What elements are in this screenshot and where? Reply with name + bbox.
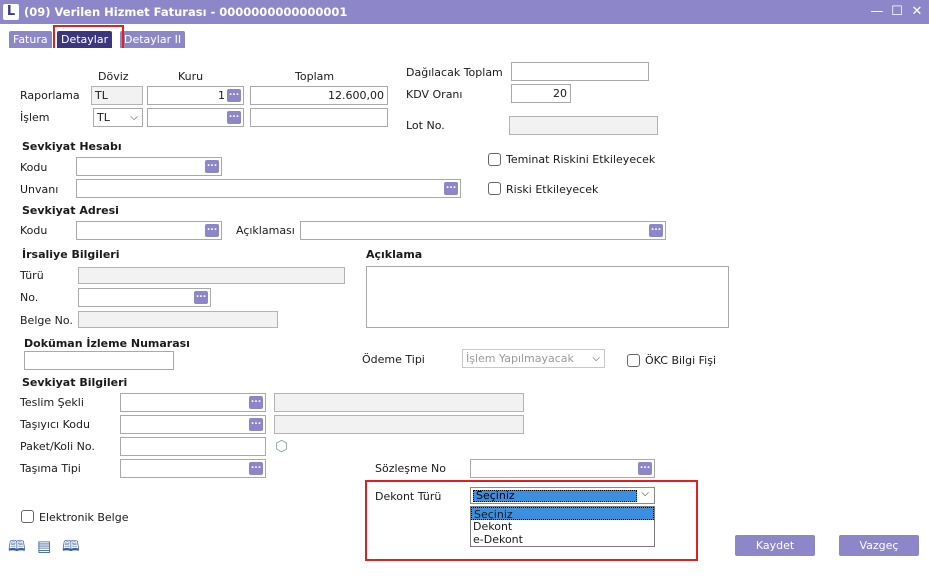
sevkiyat-adresi-section: Sevkiyat Adresi xyxy=(22,204,119,217)
irsaliye-no-lookup-icon[interactable]: ... xyxy=(194,291,208,304)
sevkiyat-adresi-kodu-field[interactable]: ... xyxy=(76,221,222,240)
chevron-down-icon: ⌵ xyxy=(641,488,649,499)
dokuman-izleme-field[interactable] xyxy=(24,351,174,370)
raporlama-kuru-field[interactable]: 1... xyxy=(147,86,244,105)
sevkiyat-hesabi-unvani-label: Unvanı xyxy=(20,183,59,196)
paket-koli-label: Paket/Koli No. xyxy=(20,440,95,453)
tab-fatura[interactable]: Fatura xyxy=(9,31,52,48)
tasiyici-kodu-field[interactable]: ... xyxy=(120,415,266,434)
dekont-turu-select[interactable]: Seçiniz ⌵ xyxy=(470,487,655,504)
tasima-tipi-lookup-icon[interactable]: ... xyxy=(249,462,263,475)
sevkiyat-hesabi-kodu-label: Kodu xyxy=(20,161,48,174)
package-icon[interactable]: ⬡ xyxy=(275,438,288,454)
teslim-sekli-field[interactable]: ... xyxy=(120,393,266,412)
dekont-option-dekont[interactable]: Dekont xyxy=(471,520,654,533)
odeme-tipi-label: Ödeme Tipi xyxy=(362,353,425,366)
sozlesme-no-lookup-icon[interactable]: ... xyxy=(638,462,652,475)
odeme-tipi-select: İşlem Yapılmayacak ⌵ xyxy=(462,349,605,368)
sevkiyat-adresi-aciklama-field[interactable]: ... xyxy=(300,221,666,240)
aciklama-textarea[interactable] xyxy=(366,266,729,328)
kaydet-button[interactable]: Kaydet xyxy=(735,535,815,556)
teminat-riski-checkbox[interactable] xyxy=(488,153,501,166)
dekont-turu-label: Dekont Türü xyxy=(375,490,442,503)
kdv-orani-field[interactable]: 20 xyxy=(511,84,571,103)
tasiyici-kodu-description xyxy=(274,415,524,434)
riski-etkileyecek-label: Riski Etkileyecek xyxy=(506,183,599,196)
sevkiyat-hesabi-kodu-field[interactable]: ... xyxy=(76,157,222,176)
minimize-icon[interactable]: — xyxy=(870,4,884,20)
tasiyici-kodu-lookup-icon[interactable]: ... xyxy=(249,418,263,431)
dekont-turu-selected: Seçiniz xyxy=(473,490,637,502)
dagilacak-toplam-label: Dağılacak Toplam xyxy=(406,66,503,79)
sevkiyat-adresi-kodu-lookup-icon[interactable]: ... xyxy=(205,224,219,237)
kdv-orani-label: KDV Oranı xyxy=(406,88,463,101)
teminat-riski-label: Teminat Riskini Etkileyecek xyxy=(506,153,656,166)
dekont-turu-dropdown: Seçiniz Dekont e-Dekont xyxy=(470,506,655,547)
sevkiyat-hesabi-unvani-field[interactable]: ... xyxy=(76,179,461,198)
irsaliye-turu-label: Türü xyxy=(20,269,44,282)
document-icon[interactable]: ▤ xyxy=(37,538,51,554)
irsaliye-turu-field xyxy=(78,267,345,284)
irsaliye-no-label: No. xyxy=(20,291,39,304)
raporlama-label: Raporlama xyxy=(20,89,80,102)
dagilacak-toplam-field[interactable] xyxy=(511,62,649,81)
title-bar: L (09) Verilen Hizmet Faturası - 0000000… xyxy=(0,0,929,24)
tasima-tipi-label: Taşıma Tipi xyxy=(20,462,81,475)
raporlama-kuru-lookup-icon[interactable]: ... xyxy=(227,89,241,102)
dekont-option-e-dekont[interactable]: e-Dekont xyxy=(471,533,654,546)
dekont-option-seciniz[interactable]: Seçiniz xyxy=(471,507,654,521)
chevron-down-icon: ⌵ xyxy=(130,112,138,123)
col-kuru-label: Kuru xyxy=(178,70,204,83)
sevkiyat-hesabi-unvani-lookup-icon[interactable]: ... xyxy=(444,182,458,195)
window-title: (09) Verilen Hizmet Faturası - 000000000… xyxy=(24,5,348,19)
col-doviz-label: Döviz xyxy=(98,70,129,83)
app-logo-icon: L xyxy=(3,4,19,20)
lot-no-field xyxy=(509,116,658,135)
tasima-tipi-field[interactable]: ... xyxy=(120,459,266,478)
okc-bilgi-checkbox[interactable] xyxy=(627,354,640,367)
irsaliye-section: İrsaliye Bilgileri xyxy=(22,248,120,261)
book-icon[interactable]: 🕮 xyxy=(8,538,26,554)
tasiyici-kodu-label: Taşıyıcı Kodu xyxy=(20,418,90,431)
sevkiyat-bilgileri-section: Sevkiyat Bilgileri xyxy=(22,376,128,389)
lot-no-label: Lot No. xyxy=(406,119,445,132)
sozlesme-no-label: Sözleşme No xyxy=(375,462,446,475)
okc-bilgi-label: ÖKC Bilgi Fişi xyxy=(645,354,717,367)
islem-kuru-lookup-icon[interactable]: ... xyxy=(227,111,241,124)
close-icon[interactable]: ✕ xyxy=(910,4,924,20)
sevkiyat-adresi-kodu-label: Kodu xyxy=(20,224,48,237)
elektronik-belge-label: Elektronik Belge xyxy=(39,511,129,524)
islem-doviz-select[interactable]: TL ⌵ xyxy=(93,108,143,127)
dokuman-section: Doküman İzleme Numarası xyxy=(24,337,190,350)
teslim-sekli-label: Teslim Şekli xyxy=(20,396,84,409)
sevkiyat-adresi-aciklama-lookup-icon[interactable]: ... xyxy=(649,224,663,237)
irsaliye-belge-field xyxy=(78,311,278,328)
elektronik-belge-checkbox[interactable] xyxy=(21,510,34,523)
sevkiyat-adresi-aciklama-label: Açıklaması xyxy=(236,224,295,237)
islem-label: İşlem xyxy=(20,111,50,124)
irsaliye-no-field[interactable]: ... xyxy=(78,288,211,307)
book-open-icon[interactable]: 🕮 xyxy=(62,538,80,554)
sevkiyat-hesabi-section: Sevkiyat Hesabı xyxy=(22,140,122,153)
sevkiyat-hesabi-kodu-lookup-icon[interactable]: ... xyxy=(205,160,219,173)
col-toplam-label: Toplam xyxy=(295,70,335,83)
riski-etkileyecek-checkbox[interactable] xyxy=(488,182,501,195)
islem-kuru-field[interactable]: ... xyxy=(147,108,244,127)
sozlesme-no-field[interactable]: ... xyxy=(470,459,655,478)
raporlama-doviz-field: TL xyxy=(91,86,143,105)
paket-koli-field[interactable] xyxy=(120,437,266,456)
raporlama-toplam-field[interactable]: 12.600,00 xyxy=(250,86,388,105)
aciklama-section: Açıklama xyxy=(366,248,423,261)
teslim-sekli-lookup-icon[interactable]: ... xyxy=(249,396,263,409)
islem-toplam-field[interactable] xyxy=(250,108,388,127)
irsaliye-belge-label: Belge No. xyxy=(20,314,73,327)
vazgec-button[interactable]: Vazgeç xyxy=(839,535,919,556)
chevron-down-icon: ⌵ xyxy=(592,353,600,364)
teslim-sekli-description xyxy=(274,393,524,412)
maximize-icon[interactable]: ☐ xyxy=(890,4,904,20)
tab-detaylar-ii[interactable]: Detaylar II xyxy=(120,31,186,48)
